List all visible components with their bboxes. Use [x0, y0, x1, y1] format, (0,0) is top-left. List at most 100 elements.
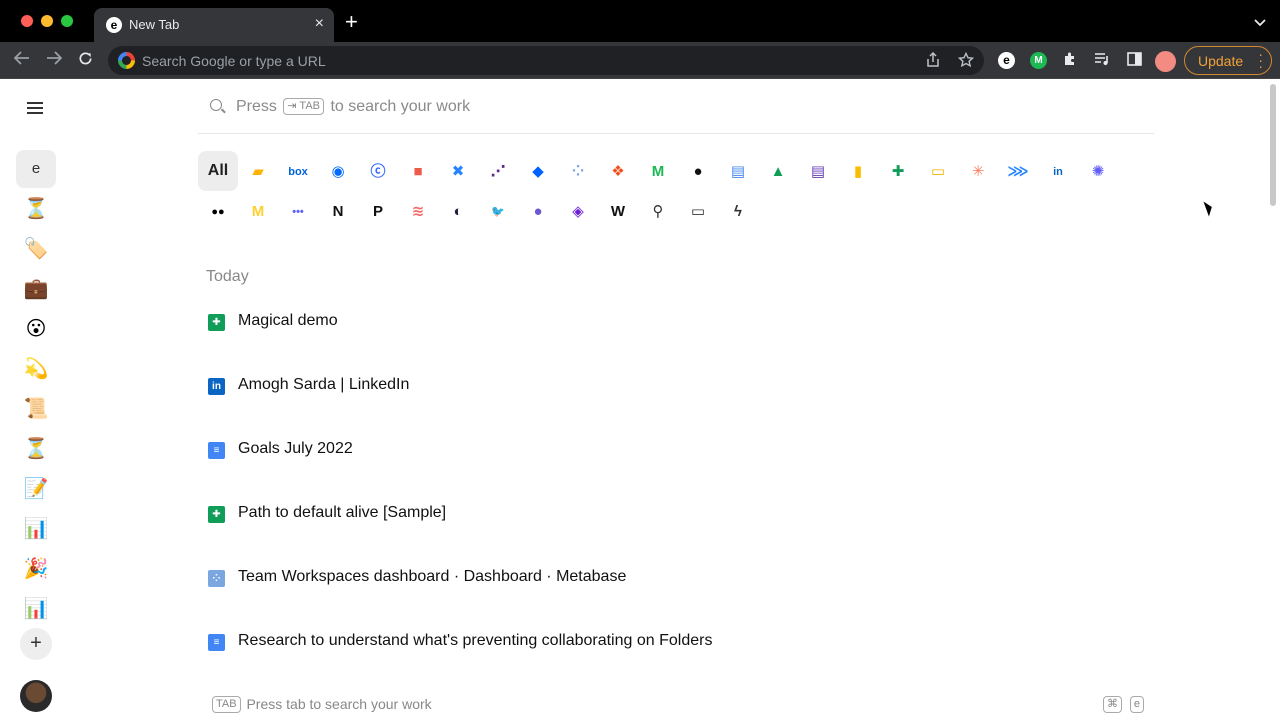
superhuman-icon[interactable]: ◈: [558, 191, 598, 231]
linkedin-icon: in: [208, 378, 225, 395]
medium-icon-glyph: ●●: [211, 206, 225, 219]
google-docs-icon[interactable]: ▤: [718, 151, 758, 191]
remote-icon[interactable]: ●: [518, 191, 558, 231]
maximize-window-button[interactable]: [61, 15, 73, 27]
monday-icon[interactable]: •••: [278, 191, 318, 231]
sidebar-item-3[interactable]: 💼: [16, 270, 56, 308]
google-sheets-icon: ✚: [208, 314, 225, 331]
dialpad-icon[interactable]: ⋰: [478, 151, 518, 191]
twitter-icon[interactable]: 🐦: [478, 191, 518, 231]
figma-icon[interactable]: ❖: [598, 151, 638, 191]
tab-search-chevron-icon[interactable]: [1254, 14, 1266, 32]
contacts-icon[interactable]: ⚲: [638, 191, 678, 231]
google-keep-icon-glyph: ▮: [853, 163, 863, 181]
dialpad-icon-glyph: ⋰: [490, 163, 506, 181]
side-panel-icon[interactable]: [1124, 51, 1144, 71]
dropbox-icon[interactable]: ◆: [518, 151, 558, 191]
wikipedia-icon[interactable]: W: [598, 191, 638, 231]
new-tab-page: e ⏳ 🏷️ 💼 😮 💫 📜 ⏳ 📝 📊 🎉 📊 + Press ⇥ TAB to search y…: [0, 80, 1280, 720]
superhuman-icon-glyph: ◈: [572, 203, 584, 221]
tab-key-badge: ⇥ TAB: [283, 98, 325, 115]
sidebar-item-9[interactable]: 📊: [16, 510, 56, 548]
jira-icon[interactable]: ⋙: [998, 151, 1038, 191]
recent-item-label: Magical demo: [238, 312, 338, 329]
pitch-icon-glyph: P: [372, 203, 383, 221]
tab-new-tab[interactable]: e New Tab ×: [94, 8, 334, 42]
canva-icon[interactable]: ⓒ: [358, 151, 398, 191]
linear-icon[interactable]: ◐: [438, 191, 478, 231]
metabase-icon[interactable]: ⁘: [558, 151, 598, 191]
google-sheets-icon[interactable]: ✚: [878, 151, 918, 191]
add-space-button[interactable]: +: [20, 628, 52, 660]
sidebar-item-10[interactable]: 🎉: [16, 550, 56, 588]
sidebar-item-1[interactable]: ⏳: [16, 190, 56, 228]
folder-icon[interactable]: ▭: [678, 191, 718, 231]
sidebar-item-7[interactable]: ⏳: [16, 430, 56, 468]
sidebar-item-2[interactable]: 🏷️: [16, 230, 56, 268]
miro-icon[interactable]: M: [238, 191, 278, 231]
e-key-badge: e: [1129, 696, 1144, 713]
notion-icon[interactable]: N: [318, 191, 358, 231]
coda-icon[interactable]: ■: [398, 151, 438, 191]
pitch-icon[interactable]: P: [358, 191, 398, 231]
address-bar[interactable]: Search Google or type a URL: [108, 46, 984, 75]
google-keep-icon[interactable]: ▮: [838, 151, 878, 191]
google-icon: [118, 52, 135, 69]
section-heading-today: Today: [206, 268, 249, 285]
new-tab-button[interactable]: +: [345, 11, 358, 33]
loom-icon[interactable]: ✺: [1078, 151, 1118, 191]
filter-all-button[interactable]: All: [198, 151, 238, 191]
close-window-button[interactable]: [21, 15, 33, 27]
address-placeholder: Search Google or type a URL: [142, 53, 326, 69]
media-playlist-icon[interactable]: [1092, 51, 1112, 71]
box-icon[interactable]: box: [278, 151, 318, 191]
google-drive-icon-glyph: ▲: [770, 163, 786, 181]
asana-icon-glyph: ≋: [411, 203, 425, 221]
lightning-icon[interactable]: ϟ: [718, 191, 758, 231]
google-sheets-icon-glyph: ✚: [891, 163, 905, 181]
confluence-icon-glyph: ✖: [451, 163, 465, 181]
more-menu-icon[interactable]: · · ·: [1258, 47, 1263, 73]
sidebar-item-5[interactable]: 💫: [16, 350, 56, 388]
user-avatar[interactable]: [20, 680, 52, 712]
google-forms-icon-glyph: ▤: [810, 163, 826, 181]
forward-arrow-icon[interactable]: [46, 51, 63, 70]
confluence-icon[interactable]: ✖: [438, 151, 478, 191]
google-drive-icon[interactable]: ▲: [758, 151, 798, 191]
minimize-window-button[interactable]: [41, 15, 53, 27]
sidebar-item-6[interactable]: 📜: [16, 390, 56, 428]
asana-icon[interactable]: ≋: [398, 191, 438, 231]
extensions-puzzle-icon[interactable]: [1060, 51, 1080, 71]
share-icon[interactable]: [926, 51, 940, 70]
hamburger-menu-icon[interactable]: [27, 102, 43, 117]
sidebar-item-11[interactable]: 📊: [16, 590, 56, 628]
search-icon: [210, 99, 222, 111]
metabase-icon-glyph: ⁘: [571, 163, 585, 181]
e-extension-icon[interactable]: e: [998, 52, 1015, 69]
canva-icon-glyph: ⓒ: [370, 163, 386, 181]
calendly-icon[interactable]: ◉: [318, 151, 358, 191]
hubspot-icon[interactable]: ✳: [958, 151, 998, 191]
linkedin-icon[interactable]: in: [1038, 151, 1078, 191]
folder-icon-glyph: ▭: [690, 203, 706, 221]
close-tab-icon[interactable]: ×: [315, 15, 324, 33]
sidebar-item-home[interactable]: e: [16, 150, 56, 188]
jira-icon-glyph: ⋙: [1007, 163, 1029, 181]
google-slides-icon[interactable]: ▭: [918, 151, 958, 191]
sidebar-item-4[interactable]: 😮: [16, 310, 56, 348]
sidebar-item-8[interactable]: 📝: [16, 470, 56, 508]
google-forms-icon[interactable]: ▤: [798, 151, 838, 191]
airtable-icon[interactable]: ▰: [238, 151, 278, 191]
medium-icon[interactable]: ●●: [198, 191, 238, 231]
reload-icon[interactable]: [78, 51, 93, 71]
metabase-icon: ⁘: [208, 570, 225, 587]
magical-icon[interactable]: M: [638, 151, 678, 191]
github-icon[interactable]: ●: [678, 151, 718, 191]
magical-extension-icon[interactable]: M: [1030, 52, 1047, 69]
back-arrow-icon[interactable]: [13, 51, 30, 70]
update-button[interactable]: Update · · ·: [1184, 46, 1272, 75]
profile-avatar[interactable]: [1155, 51, 1176, 72]
bookmark-star-icon[interactable]: [957, 51, 975, 71]
scrollbar[interactable]: [1270, 84, 1276, 206]
search-bar[interactable]: Press ⇥ TAB to search your work: [198, 80, 1154, 134]
